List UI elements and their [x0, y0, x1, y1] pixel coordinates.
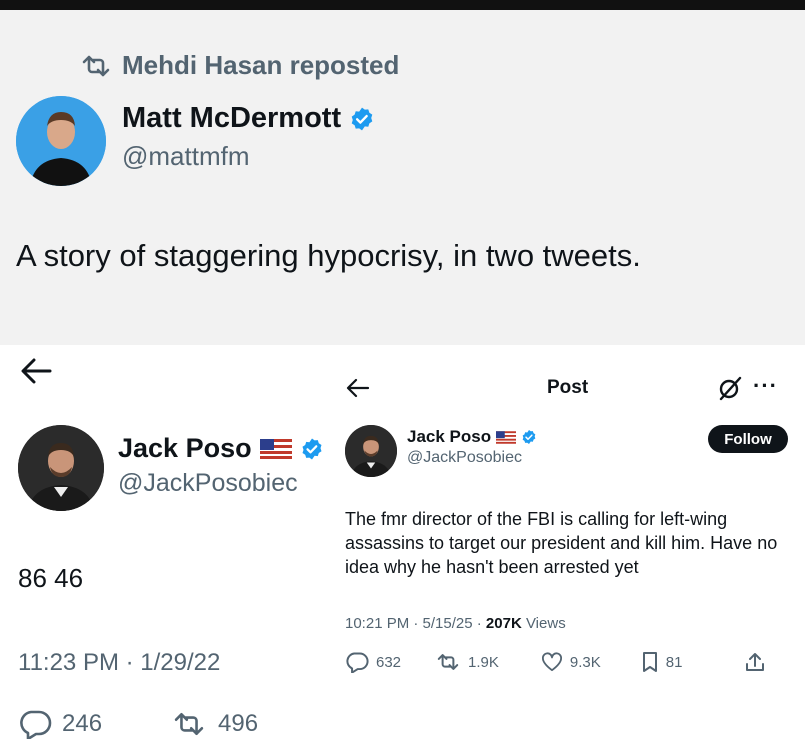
- repost-icon: [80, 53, 112, 79]
- left-quoted-screenshot: Jack Poso @JackPosobiec 86 46 11:23 PM ·…: [0, 345, 335, 750]
- tweet-timestamp[interactable]: 10:21 PM · 5/15/25 ·: [345, 615, 486, 632]
- repost-button[interactable]: 496: [170, 710, 258, 738]
- bookmark-icon: [641, 651, 659, 673]
- views-count: 207K: [485, 615, 522, 632]
- like-button[interactable]: 9.3K: [541, 652, 601, 672]
- repost-count: 496: [218, 710, 259, 737]
- reply-button[interactable]: 246: [18, 709, 102, 739]
- repost-count: 1.9K: [468, 653, 499, 671]
- author-block: Matt McDermott @mattmfm: [122, 102, 375, 172]
- author-name-row: Jack Poso: [118, 433, 324, 464]
- grok-icon[interactable]: [717, 375, 743, 401]
- repost-text: Mehdi Hasan reposted: [122, 50, 400, 80]
- like-count: 9.3K: [569, 653, 601, 671]
- like-icon: [541, 652, 563, 672]
- right-quoted-screenshot: Post ··· Jack Poso @JackPosobiec Follow …: [335, 345, 805, 750]
- tweet-meta: 10:21 PM · 5/15/25 · 207K Views: [345, 615, 566, 632]
- reply-icon: [345, 651, 369, 673]
- reply-icon: [18, 709, 52, 739]
- us-flag-icon: [496, 430, 517, 444]
- author-handle[interactable]: @mattmfm: [122, 141, 375, 172]
- repost-button[interactable]: 1.9K: [435, 652, 499, 672]
- tweet-text: A story of staggering hypocrisy, in two …: [16, 238, 641, 273]
- avatar[interactable]: [18, 425, 104, 511]
- tweet-text: 86 46: [18, 563, 84, 593]
- reply-count: 632: [376, 653, 402, 671]
- reply-count: 246: [62, 710, 103, 737]
- tweet-text: The fmr director of the FBI is calling f…: [345, 509, 778, 577]
- bookmark-count: 81: [665, 653, 683, 671]
- avatar[interactable]: [16, 96, 106, 186]
- back-arrow-icon[interactable]: [345, 377, 371, 399]
- author-handle[interactable]: @JackPosobiec: [118, 469, 298, 498]
- repost-icon: [170, 710, 208, 738]
- author-name[interactable]: Jack Poso: [407, 427, 491, 447]
- back-arrow-icon[interactable]: [18, 355, 54, 387]
- author-name-row: Jack Poso: [407, 427, 537, 447]
- author-handle[interactable]: @JackPosobiec: [407, 449, 522, 467]
- tweet-timestamp[interactable]: 11:23 PM · 1/29/22: [18, 649, 220, 677]
- tweet-actions: 246 496: [18, 709, 258, 739]
- verified-badge-icon: [349, 106, 375, 132]
- top-black-bar: [0, 0, 805, 10]
- us-flag-icon: [259, 438, 292, 459]
- reply-button[interactable]: 632: [345, 651, 401, 673]
- more-icon[interactable]: ···: [753, 373, 778, 399]
- bookmark-button[interactable]: 81: [641, 651, 683, 673]
- author-name[interactable]: Jack Poso: [118, 433, 252, 464]
- share-button[interactable]: [744, 651, 766, 673]
- avatar[interactable]: [345, 425, 397, 477]
- share-icon: [744, 651, 766, 673]
- repost-icon: [435, 652, 461, 672]
- views-label: Views: [521, 615, 566, 632]
- verified-badge-icon: [521, 429, 537, 445]
- outer-tweet: Mehdi Hasan reposted Matt McDermott @mat…: [0, 10, 805, 345]
- page-title: Post: [547, 377, 589, 398]
- repost-indicator: Mehdi Hasan reposted: [80, 50, 399, 81]
- verified-badge-icon: [300, 437, 324, 461]
- tweet-actions: 632 1.9K 9.3K 81: [345, 651, 795, 673]
- follow-button[interactable]: Follow: [708, 425, 788, 453]
- author-name[interactable]: Matt McDermott: [122, 102, 341, 135]
